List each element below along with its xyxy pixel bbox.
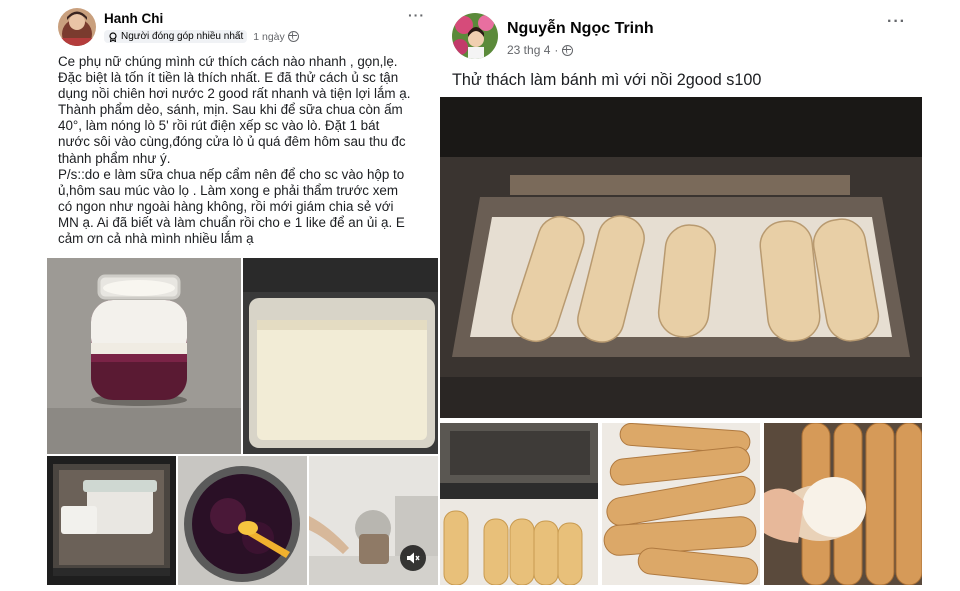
post-time[interactable]: 23 thg 4 [507,43,550,57]
yogurt-jar-photo[interactable] [47,258,241,454]
meta-separator: · [554,43,559,57]
more-options-icon[interactable]: ··· [408,7,425,23]
broken-baguette-photo[interactable] [764,423,922,585]
author-name[interactable]: Hanh Chi [104,11,299,26]
oven-baguettes-photo[interactable] [440,97,922,418]
baguette-tray-photo[interactable] [440,423,598,585]
post-text: Thử thách làm bánh mì với nồi 2good s100 [452,71,762,89]
post-text: Ce phụ nữ chúng mình cứ thích cách nào n… [58,54,411,247]
kitchen-video-thumbnail[interactable] [309,456,438,585]
badge-medal-icon [109,31,117,42]
author-name[interactable]: Nguyễn Ngọc Trinh [507,20,654,38]
black-rice-pot-photo[interactable] [178,456,307,585]
badge-label: Người đóng góp nhiều nhất [121,31,244,42]
yogurt-tray-photo[interactable] [243,258,438,454]
baked-baguettes-photo[interactable] [602,423,760,585]
post-header: Nguyễn Ngọc Trinh 23 thg 4 · [452,13,654,59]
oven-boxes-photo[interactable] [47,456,176,585]
post-time[interactable]: 1 ngày [253,31,285,43]
post-header: Hanh Chi Người đóng góp nhiều nhất 1 ngà… [58,8,299,46]
globe-icon [562,44,574,56]
post-nguyen-ngoc-trinh: Nguyễn Ngọc Trinh 23 thg 4 · ··· Thử thá… [438,0,924,591]
post-hanh-chi: Hanh Chi Người đóng góp nhiều nhất 1 ngà… [44,0,438,591]
avatar[interactable] [58,8,96,46]
avatar[interactable] [452,13,498,59]
more-options-icon[interactable]: ··· [887,13,906,31]
contributor-badge: Người đóng góp nhiều nhất [104,30,248,43]
speaker-muted-icon[interactable] [400,545,426,571]
globe-icon [287,31,299,42]
